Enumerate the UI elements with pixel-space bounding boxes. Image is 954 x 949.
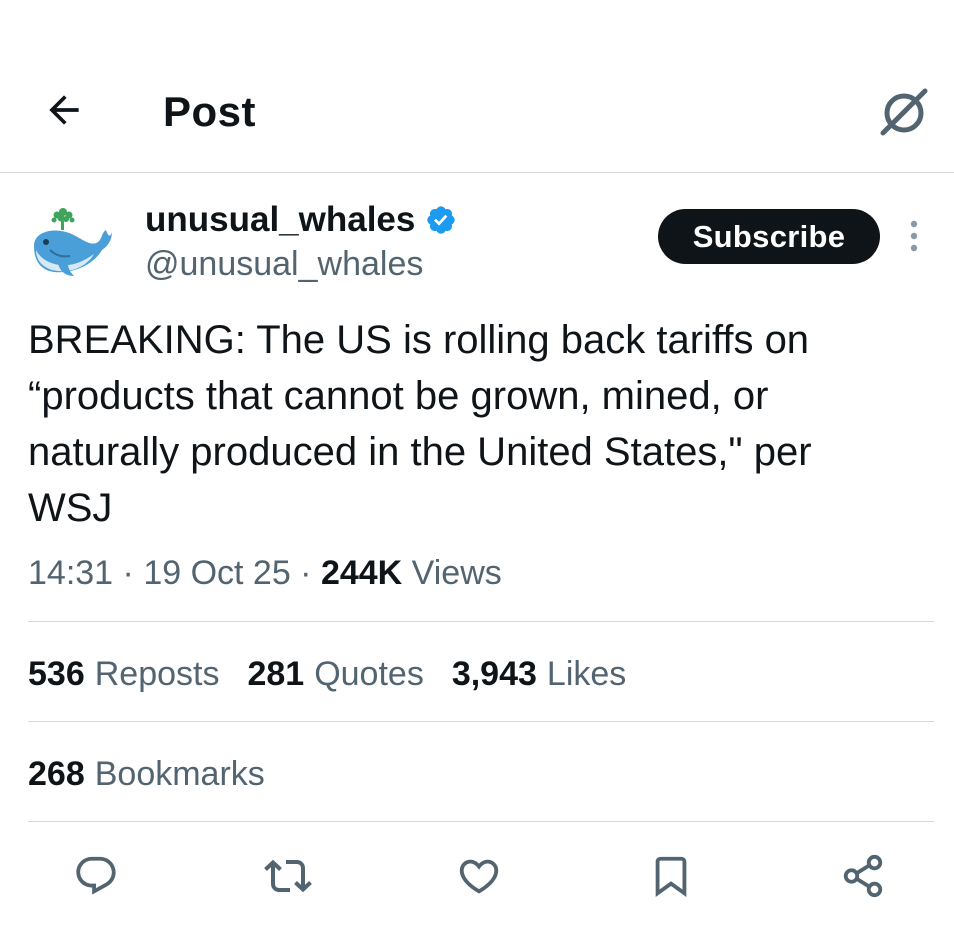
likes-label: Likes	[546, 655, 627, 693]
author-display-name[interactable]: unusual_whales	[145, 198, 457, 242]
bookmarks-count: 268	[28, 755, 85, 793]
like-icon	[459, 859, 499, 894]
verified-badge-icon	[427, 206, 456, 234]
grok-button[interactable]	[876, 84, 932, 140]
bookmarks-stat[interactable]: 268 Bookmarks	[28, 750, 265, 798]
avatar[interactable]	[28, 202, 114, 282]
bookmarks-stat-row: 268 Bookmarks	[28, 750, 293, 798]
tweet-time: 14:31	[28, 554, 114, 592]
tweet-meta: 14:31 · 19 Oct 25 · 244K Views	[28, 549, 502, 597]
reposts-stat[interactable]: 536 Reposts	[28, 650, 219, 698]
whale-logo-icon	[34, 208, 112, 276]
views-label: Views	[402, 554, 502, 592]
divider	[28, 621, 934, 622]
divider	[28, 821, 934, 822]
views-count: 244K	[320, 554, 403, 592]
arrow-left-icon	[49, 95, 79, 125]
tweet-text: BREAKING: The US is rolling back tariffs…	[28, 318, 812, 530]
top-app-bar: Post	[0, 0, 954, 173]
grok-icon	[880, 88, 928, 136]
repost-button[interactable]	[258, 846, 318, 906]
like-button[interactable]	[449, 846, 509, 906]
meta-separator: ·	[113, 554, 144, 592]
more-vertical-icon	[910, 220, 918, 252]
engagement-stats: 536 Reposts 281 Quotes 3,943 Likes	[28, 650, 654, 698]
quotes-stat[interactable]: 281 Quotes	[247, 650, 423, 698]
reposts-count: 536	[28, 655, 85, 693]
share-icon	[843, 854, 883, 898]
quotes-count: 281	[247, 655, 305, 693]
share-button[interactable]	[833, 846, 893, 906]
subscribe-button[interactable]: Subscribe	[658, 209, 880, 264]
more-options-button[interactable]	[898, 214, 930, 258]
reposts-label: Reposts	[94, 655, 220, 693]
back-button[interactable]	[40, 86, 88, 134]
meta-separator: ·	[290, 554, 321, 592]
reply-icon	[76, 856, 116, 895]
likes-count: 3,943	[451, 655, 537, 693]
quotes-label: Quotes	[314, 655, 424, 693]
bookmark-icon	[655, 856, 687, 897]
tweet-date: 19 Oct 25	[143, 554, 291, 592]
retweet-icon	[264, 859, 312, 893]
divider	[28, 721, 934, 722]
author-name-text: unusual_whales	[145, 200, 416, 239]
page-title: Post	[163, 88, 257, 135]
reply-button[interactable]	[66, 846, 126, 906]
likes-stat[interactable]: 3,943 Likes	[452, 650, 626, 698]
action-bar	[0, 846, 954, 910]
bookmark-button[interactable]	[641, 846, 701, 906]
author-handle[interactable]: @unusual_whales	[145, 242, 423, 286]
bookmarks-label: Bookmarks	[94, 755, 265, 793]
